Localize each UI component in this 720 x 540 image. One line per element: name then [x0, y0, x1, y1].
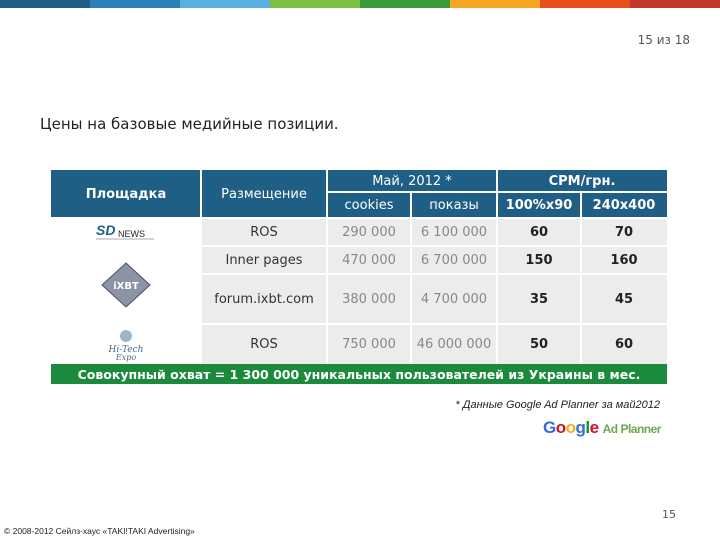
row2-placement: Inner pages: [201, 246, 327, 274]
row3-cpm-100x90: 35: [497, 274, 581, 324]
pricing-table: Площадка Размещение Май, 2012 * cookies …: [51, 170, 667, 384]
row4-cookies: 750 000: [327, 324, 411, 364]
google-ad-planner-logo: Google Ad Planner: [543, 418, 662, 437]
grid-line: [326, 170, 328, 364]
row4-cpm-100x90: 50: [497, 324, 581, 364]
header-impressions: показы: [411, 192, 497, 218]
header-platform: Площадка: [51, 170, 201, 218]
svg-text:Expo: Expo: [115, 353, 136, 362]
row2-cookies: 470 000: [327, 246, 411, 274]
total-reach-banner: Совокупный охват = 1 300 000 уникальных …: [51, 364, 667, 384]
header-cookies: cookies: [327, 192, 411, 218]
slide-number: 15: [662, 508, 676, 521]
grid-line: [496, 170, 498, 364]
row2-impressions: 6 700 000: [411, 246, 497, 274]
header-cpm: CPM/грн.: [497, 170, 667, 192]
slide-title: Цены на базовые медийные позиции.: [40, 115, 339, 133]
ixbt-logo: iXBT: [51, 246, 201, 324]
row3-placement: forum.ixbt.com: [201, 274, 327, 324]
grid-line: [201, 273, 667, 275]
grid-line: [51, 323, 667, 325]
row2-cpm-100x90: 150: [497, 246, 581, 274]
top-color-bar: [0, 0, 720, 8]
row4-impressions: 46 000 000: [411, 324, 497, 364]
header-cpm-100x90: 100%x90: [497, 192, 581, 218]
row3-cpm-240x400: 45: [581, 274, 667, 324]
svg-text:NEWS: NEWS: [118, 229, 145, 239]
sdnews-logo: SD NEWS: [51, 218, 201, 246]
header-may: Май, 2012 *: [327, 170, 497, 192]
grid-line: [200, 170, 202, 364]
grid-line: [51, 245, 667, 247]
grid-line: [51, 217, 667, 219]
row1-cookies: 290 000: [327, 218, 411, 246]
header-placement: Размещение: [201, 170, 327, 218]
ad-planner-label: Ad Planner: [602, 422, 662, 436]
row3-impressions: 4 700 000: [411, 274, 497, 324]
row4-placement: ROS: [201, 324, 327, 364]
row1-impressions: 6 100 000: [411, 218, 497, 246]
row1-placement: ROS: [201, 218, 327, 246]
copyright: © 2008-2012 Сейлз-хаус «TAKI!TAKI Advert…: [4, 526, 195, 536]
row4-cpm-240x400: 60: [581, 324, 667, 364]
grid-line: [327, 191, 667, 193]
row2-cpm-240x400: 160: [581, 246, 667, 274]
row3-cookies: 380 000: [327, 274, 411, 324]
row1-cpm-240x400: 70: [581, 218, 667, 246]
page-counter: 15 из 18: [637, 33, 690, 47]
header-cpm-240x400: 240x400: [581, 192, 667, 218]
hi-tech-expo-logo: Hi-Tech Expo: [51, 324, 201, 364]
data-source-note: * Данные Google Ad Planner за май2012: [455, 399, 660, 411]
svg-text:iXBT: iXBT: [113, 281, 139, 292]
svg-text:SD: SD: [96, 222, 115, 238]
row1-cpm-100x90: 60: [497, 218, 581, 246]
